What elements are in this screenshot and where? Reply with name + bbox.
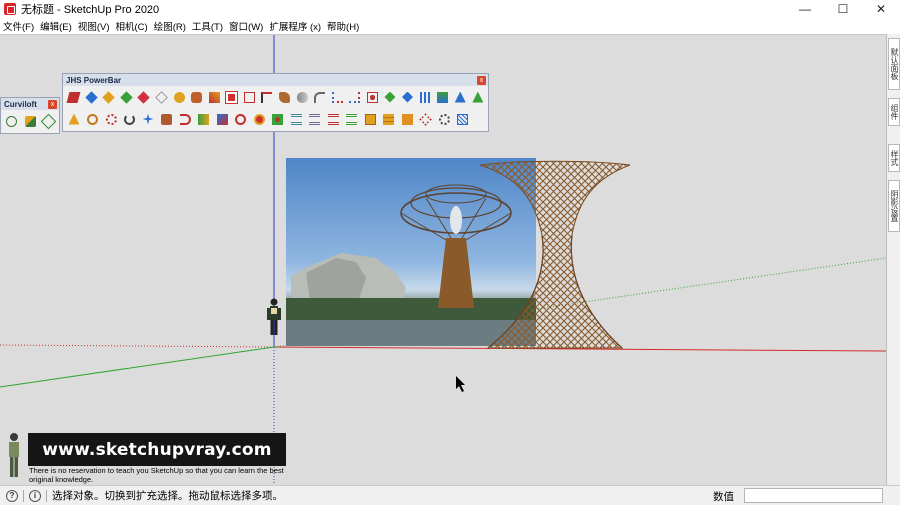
- tool-icon[interactable]: [233, 111, 249, 127]
- tool-icon[interactable]: [189, 89, 204, 105]
- tab-components[interactable]: 组件: [888, 98, 900, 126]
- menu-window[interactable]: 窗口(W): [228, 19, 268, 33]
- watermark-banner: www.sketchupvray.com: [28, 433, 286, 466]
- tool-icon[interactable]: [295, 89, 310, 105]
- jhs-toolbar-header[interactable]: JHS PowerBar x: [63, 74, 488, 86]
- measurements-input[interactable]: [744, 488, 883, 503]
- title-bar: 无标题 - SketchUp Pro 2020 — ☐ ✕: [0, 0, 900, 18]
- tool-icon[interactable]: [85, 111, 101, 127]
- tool-icon[interactable]: [159, 111, 175, 127]
- menu-edit[interactable]: 编辑(E): [39, 19, 77, 33]
- tool-icon[interactable]: [362, 111, 378, 127]
- tool-icon[interactable]: [453, 89, 468, 105]
- menu-help[interactable]: 帮助(H): [326, 19, 364, 33]
- tool-icon[interactable]: [140, 111, 156, 127]
- tool-icon[interactable]: [103, 111, 119, 127]
- tool-icon[interactable]: [207, 89, 222, 105]
- window-controls: — ☐ ✕: [786, 0, 900, 18]
- geo-location-icon[interactable]: ?: [6, 489, 18, 502]
- menu-draw[interactable]: 绘图(R): [153, 19, 191, 33]
- tool-icon[interactable]: [381, 111, 397, 127]
- tool-icon[interactable]: [136, 89, 151, 105]
- tool-icon[interactable]: [418, 111, 434, 127]
- tool-icon[interactable]: [177, 111, 193, 127]
- jhs-toolbar-title: JHS PowerBar: [66, 75, 122, 85]
- tool-icon[interactable]: [66, 111, 82, 127]
- tool-icon[interactable]: [66, 89, 81, 105]
- tool-icon[interactable]: [418, 89, 433, 105]
- curviloft-toolbar-header[interactable]: Curviloft x: [1, 98, 59, 110]
- mouse-cursor-icon: [456, 376, 465, 392]
- tool-icon[interactable]: [154, 89, 169, 105]
- tool-icon[interactable]: [365, 89, 380, 105]
- watermark-caption: There is no reservation to teach you Ske…: [29, 466, 284, 484]
- tool-icon[interactable]: [288, 111, 304, 127]
- lattice-tree-model[interactable]: [480, 160, 635, 352]
- tool-icon[interactable]: [242, 89, 257, 105]
- tool-icon[interactable]: [435, 89, 450, 105]
- jhs-powerbar-toolbar: JHS PowerBar x: [62, 73, 489, 132]
- status-message: 选择对象。切换到扩充选择。拖动鼠标选择多项。: [52, 490, 283, 502]
- tab-styles[interactable]: 样式: [888, 144, 900, 172]
- tool-icon[interactable]: [399, 111, 415, 127]
- scale-figure[interactable]: [264, 297, 284, 349]
- tool-icon[interactable]: [330, 89, 345, 105]
- tool-icon[interactable]: [344, 111, 360, 127]
- tool-icon[interactable]: [270, 111, 286, 127]
- tool-icon[interactable]: [277, 89, 292, 105]
- curviloft-toolbar-title: Curviloft: [4, 99, 37, 109]
- tool-icon[interactable]: [307, 111, 323, 127]
- menu-view[interactable]: 视图(V): [77, 19, 115, 33]
- green-axis-positive: [0, 346, 275, 388]
- tool-icon[interactable]: [84, 89, 99, 105]
- menu-bar: 文件(F) 编辑(E) 视图(V) 相机(C) 绘图(R) 工具(T) 窗口(W…: [0, 18, 900, 34]
- loft-along-path-icon[interactable]: [22, 113, 38, 129]
- tool-icon[interactable]: [251, 111, 267, 127]
- tool-icon[interactable]: [214, 111, 230, 127]
- tool-icon[interactable]: [436, 111, 452, 127]
- tool-icon[interactable]: [382, 89, 397, 105]
- tab-default-tray[interactable]: 默认面板: [888, 38, 900, 90]
- default-tray-strip: 默认面板 组件 样式 阴影设置: [886, 34, 900, 485]
- tool-icon[interactable]: [224, 89, 239, 105]
- tool-icon[interactable]: [400, 89, 415, 105]
- info-icon[interactable]: i: [29, 489, 41, 502]
- jhs-row-1: [63, 86, 488, 108]
- measurements-label: 数值: [713, 491, 734, 503]
- tool-icon[interactable]: [171, 89, 186, 105]
- maximize-button[interactable]: ☐: [824, 0, 862, 18]
- tool-icon[interactable]: [196, 111, 212, 127]
- watermark-url: www.sketchupvray.com: [42, 439, 272, 460]
- close-button[interactable]: ✕: [862, 0, 900, 18]
- jhs-close-button[interactable]: x: [477, 75, 486, 85]
- tool-icon[interactable]: [312, 89, 327, 105]
- tool-icon[interactable]: [347, 89, 362, 105]
- jhs-row-2: [63, 108, 488, 130]
- tool-icon[interactable]: [259, 89, 274, 105]
- curviloft-close-button[interactable]: x: [48, 99, 57, 109]
- presenter-figure: [9, 433, 19, 477]
- tool-icon[interactable]: [101, 89, 116, 105]
- red-axis-negative: [0, 344, 275, 348]
- tool-icon[interactable]: [455, 111, 471, 127]
- window-title: 无标题 - SketchUp Pro 2020: [21, 4, 160, 16]
- skin-contours-icon[interactable]: [40, 113, 57, 129]
- status-separator: [46, 489, 47, 502]
- menu-extensions[interactable]: 扩展程序 (x): [268, 19, 326, 33]
- menu-camera[interactable]: 相机(C): [114, 19, 152, 33]
- status-separator: [23, 489, 24, 502]
- minimize-button[interactable]: —: [786, 0, 824, 18]
- tool-icon[interactable]: [122, 111, 138, 127]
- tab-shadows[interactable]: 阴影设置: [888, 180, 900, 232]
- status-bar: ? i 选择对象。切换到扩充选择。拖动鼠标选择多项。 数值: [0, 485, 900, 505]
- loft-by-spline-icon[interactable]: [4, 113, 20, 129]
- curviloft-toolbar: Curviloft x: [0, 97, 60, 134]
- menu-tools[interactable]: 工具(T): [191, 19, 228, 33]
- tool-icon[interactable]: [470, 89, 485, 105]
- tool-icon[interactable]: [325, 111, 341, 127]
- menu-file[interactable]: 文件(F): [2, 19, 39, 33]
- sketchup-logo-icon: [4, 3, 16, 15]
- tool-icon[interactable]: [119, 89, 134, 105]
